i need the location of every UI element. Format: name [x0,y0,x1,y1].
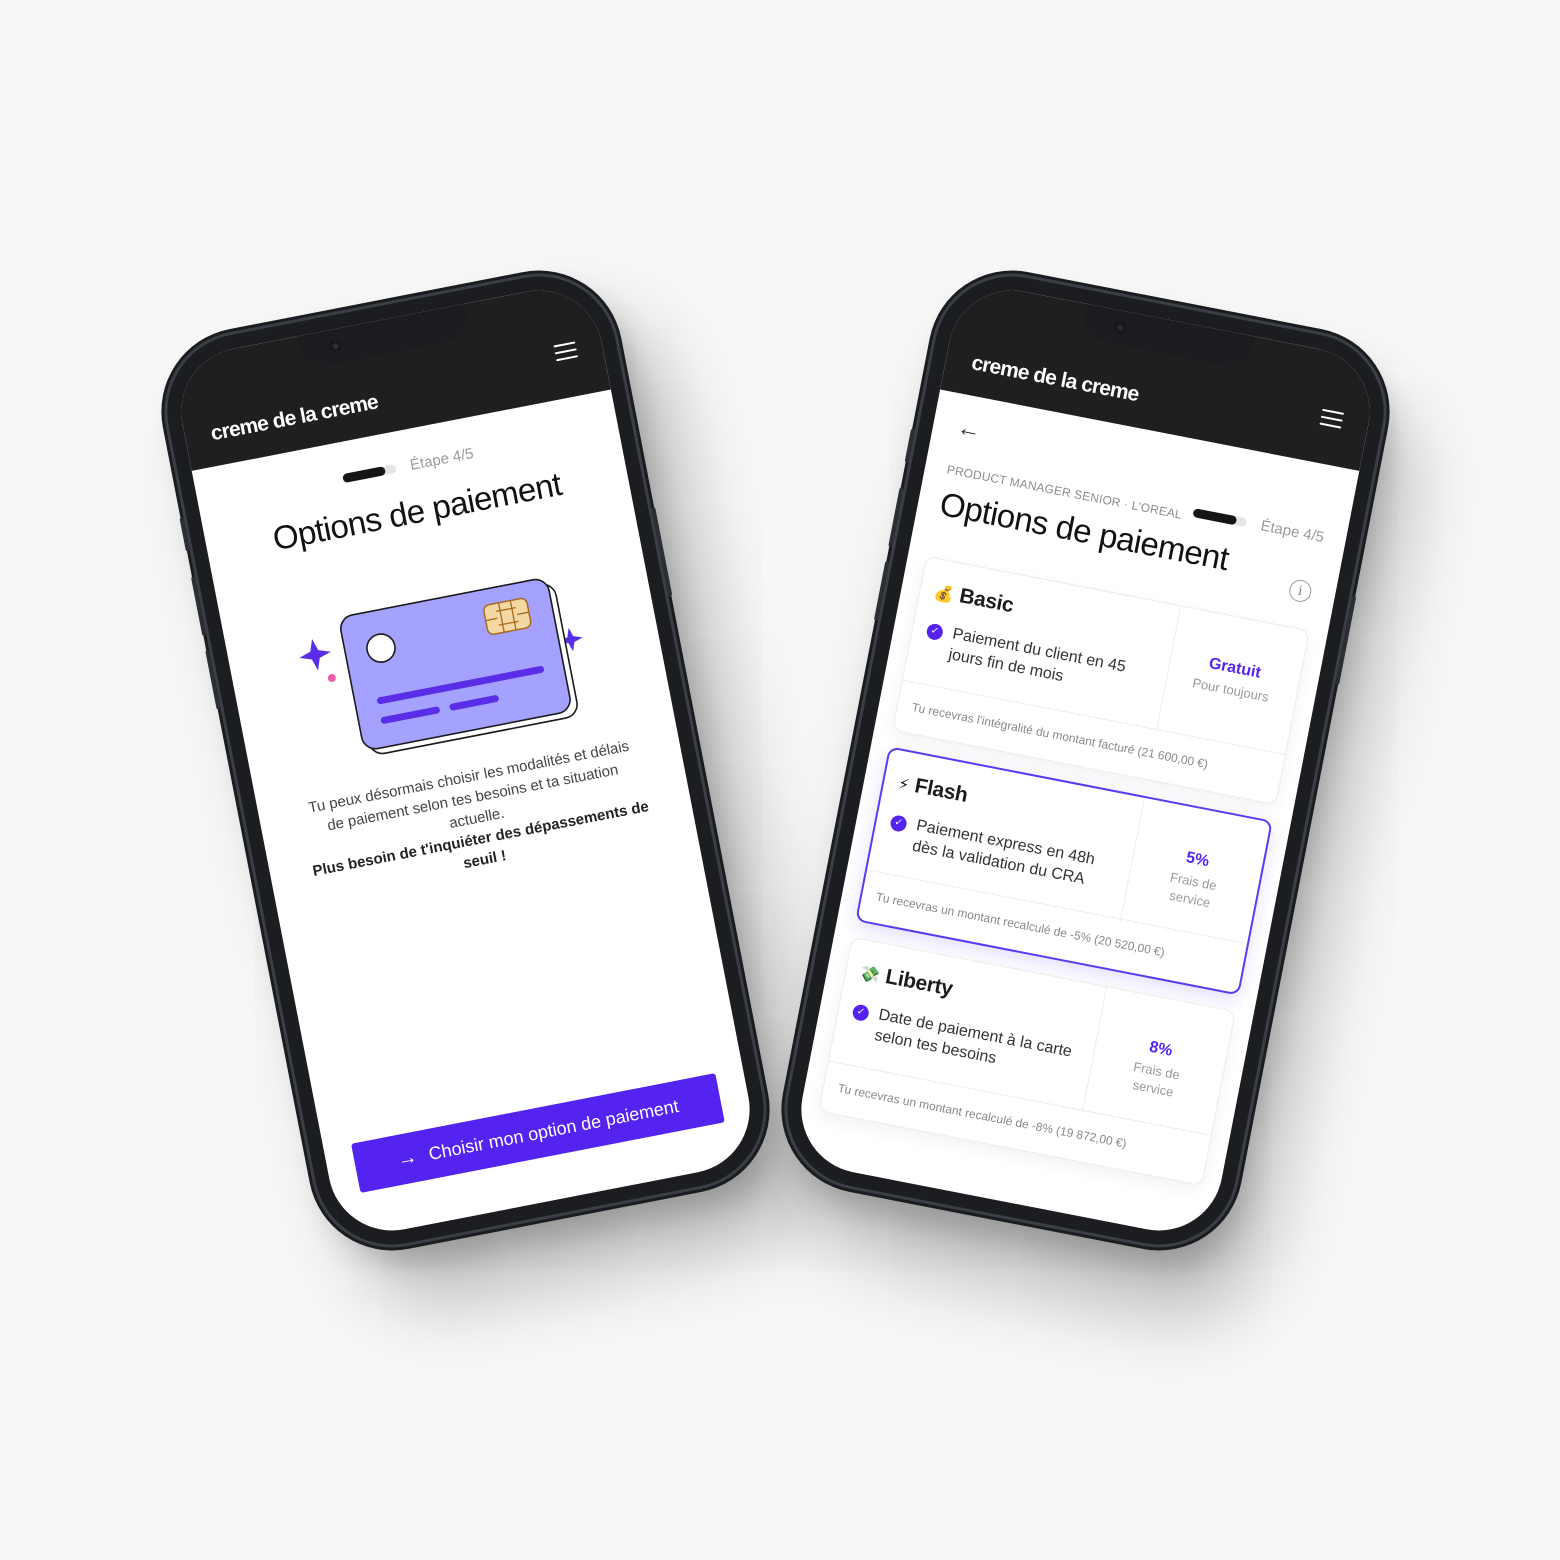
front-camera [1112,320,1127,335]
check-circle-icon: ✓ [925,622,945,642]
info-icon[interactable]: i [1287,577,1314,604]
check-circle-icon: ✓ [889,814,908,833]
phone-side-button [1335,595,1357,685]
check-circle-icon: ✓ [851,1003,871,1023]
arrow-left-icon[interactable]: ← [955,414,984,446]
hamburger-icon[interactable] [1319,408,1345,429]
progress-bar [342,464,398,484]
screen-options: creme de la creme ← PRODUCT MANAGER SENI… [790,279,1381,1242]
option-name: ⚡ Flash [896,771,970,808]
progress-bar [1192,508,1248,528]
sparkle-dot [327,674,336,683]
hamburger-icon[interactable] [553,341,579,362]
progress-fill [342,466,387,484]
sparkle-icon [298,639,331,671]
phone-left: creme de la creme Étape 4/5 Options de p… [153,263,778,1258]
credit-card-icon [298,578,583,755]
mockup-stage: creme de la creme Étape 4/5 Options de p… [0,0,1560,1560]
option-emoji-icon: ⚡ [896,775,911,795]
brand-logo[interactable]: creme de la creme [209,390,380,446]
phone-side-button [873,561,890,621]
option-title: Flash [912,774,970,807]
option-name: 💰 Basic [932,579,1016,618]
step-label: Étape 4/5 [408,445,476,475]
phone-right: creme de la creme ← PRODUCT MANAGER SENI… [773,263,1398,1258]
progress-fill [1192,508,1237,526]
card-front [339,578,571,750]
choose-payment-button[interactable]: → Choisir mon option de paiement [351,1073,725,1193]
option-emoji-icon: 💸 [858,965,882,986]
phone-side-button [888,487,904,548]
arrow-right-icon: → [395,1145,420,1172]
option-emoji-icon: 💰 [932,584,956,605]
option-title: Basic [957,584,1016,618]
phone-side-button [179,517,190,552]
option-description: Paiement du client en 45 jours fin de mo… [947,625,1128,686]
option-title: Liberty [883,965,955,1001]
cta-label: Choisir mon option de paiement [426,1095,681,1165]
step-label: Étape 4/5 [1259,517,1326,547]
phone-side-button [651,507,673,597]
option-name: 💸 Liberty [858,960,955,1001]
front-camera [328,339,343,354]
phone-side-button [190,576,207,636]
app-header: creme de la creme [940,279,1381,471]
brand-logo[interactable]: creme de la creme [969,351,1141,407]
option-description: Date de paiement à la carte selon tes be… [873,1006,1074,1068]
phone-side-button [904,428,916,463]
phone-side-button [205,649,221,710]
screen-intro: creme de la creme Étape 4/5 Options de p… [170,279,761,1242]
